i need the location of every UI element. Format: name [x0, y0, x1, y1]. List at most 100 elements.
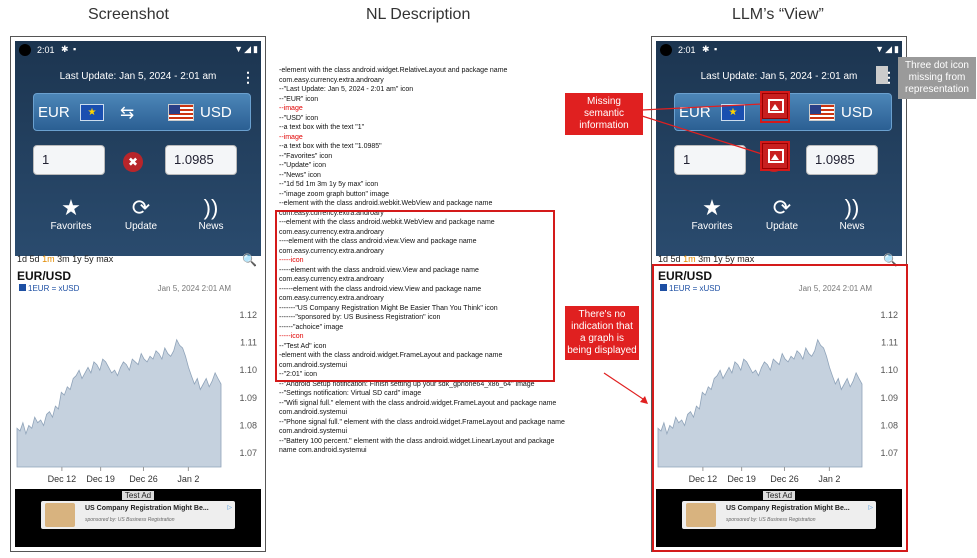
battery-icon: ▮ — [894, 44, 899, 54]
zoom-graph-icon[interactable]: 🔍 — [242, 253, 257, 267]
description-line: --"Update" icon — [279, 162, 326, 169]
figure: { "headings": {"left": "Screenshot", "mi… — [0, 0, 977, 558]
image-placeholder-icon — [762, 93, 788, 119]
to-currency-label[interactable]: USD — [841, 104, 873, 121]
nav-favorites-label: Favorites — [691, 221, 733, 232]
last-update-text: Last Update: Jan 5, 2024 - 2:01 am — [59, 71, 217, 82]
description-line: --a text box with the text "1.0985" — [279, 143, 382, 150]
arrowhead — [640, 396, 648, 404]
nav-update[interactable]: ⟳ Update — [742, 191, 822, 249]
result-field[interactable]: 1.0985 — [165, 145, 237, 175]
gear-icon: ✱ — [702, 44, 710, 54]
description-line: --"Favorites" icon — [279, 152, 333, 160]
sd-card-icon: ▪ — [73, 44, 77, 54]
description-line: --image — [279, 133, 303, 141]
battery-icon: ▮ — [253, 44, 258, 54]
period-option[interactable]: max — [96, 254, 113, 264]
amount-input[interactable]: 1 — [674, 145, 746, 175]
x-tick-label: Jan 2 — [177, 474, 199, 484]
nav-row: ★ Favorites ⟳ Update )) News — [656, 191, 902, 251]
description-line: --"image zoom graph button" image — [279, 190, 390, 198]
phone-signal-icon: ◢ — [885, 44, 892, 54]
ad-banner[interactable]: Test Ad US Company Registration Might Be… — [15, 489, 261, 547]
us-flag-icon — [168, 104, 194, 121]
result-field[interactable]: 1.0985 — [806, 145, 878, 175]
x-tick-label: Dec 19 — [86, 474, 115, 484]
rss-icon: )) — [203, 195, 219, 220]
ad-title: US Company Registration Might Be... — [85, 505, 209, 512]
ad-choices-icon[interactable]: ▷ — [227, 504, 232, 511]
no-graph-callout: There's no indication that a graph is be… — [565, 306, 639, 360]
graph-highlight-box — [652, 264, 908, 552]
period-option[interactable]: max — [737, 254, 754, 264]
description-line: --a text box with the text "1" — [279, 124, 365, 131]
missing-semantic-callout: Missing semantic information — [565, 93, 643, 135]
nav-favorites[interactable]: ★ Favorites — [31, 191, 111, 249]
from-currency-label[interactable]: EUR — [679, 104, 711, 121]
description-line: --"News" icon — [279, 171, 321, 179]
period-option[interactable]: 3m — [57, 254, 70, 264]
sd-card-icon: ▪ — [714, 44, 718, 54]
to-currency-label[interactable]: USD — [200, 104, 232, 121]
callout-arrow — [603, 372, 647, 402]
legend-swatch — [19, 284, 26, 291]
phone-screenshot: 2:01 ✱ ▪ ▼ ◢ ▮ Last Update: Jan 5, 2024 … — [10, 36, 266, 552]
phone-signal-icon: ◢ — [244, 44, 251, 54]
x-tick-label: Dec 12 — [48, 474, 77, 484]
last-update-text: Last Update: Jan 5, 2024 - 2:01 am — [700, 71, 858, 82]
nav-favorites[interactable]: ★ Favorites — [672, 191, 752, 249]
more-options-icon[interactable]: ⋮ — [241, 69, 255, 86]
heading-screenshot: Screenshot — [88, 6, 169, 23]
description-line: --"USD" icon — [279, 114, 319, 122]
status-time: 2:01 — [37, 45, 55, 55]
period-option[interactable]: 1y — [72, 254, 82, 264]
y-tick-label: 1.08 — [239, 421, 257, 431]
ad-label: Test Ad — [121, 491, 155, 500]
from-currency-label[interactable]: EUR — [38, 104, 70, 121]
description-line: --"Battery 100 percent." element with th… — [279, 437, 555, 455]
rss-icon: )) — [844, 195, 860, 220]
eu-flag-icon: ★ — [80, 104, 104, 121]
y-tick-label: 1.09 — [239, 393, 257, 403]
nav-news[interactable]: )) News — [812, 191, 892, 249]
star-icon: ★ — [61, 195, 81, 220]
period-option[interactable]: 3m — [698, 254, 711, 264]
y-tick-label: 1.10 — [239, 365, 257, 375]
heading-llm-view: LLM’s “View” — [732, 6, 824, 23]
pair-title: EUR/USD — [17, 269, 72, 283]
y-tick-label: 1.07 — [239, 448, 257, 458]
star-icon: ★ — [702, 195, 722, 220]
nav-update-label: Update — [124, 221, 158, 232]
swap-arrows-icon[interactable]: ⇆ — [120, 103, 134, 123]
rate-chart[interactable]: 1.07 1.08 1.09 1.10 1.11 1.12 Dec 12 Dec 19 Dec … — [15, 291, 261, 501]
phone-screen: 2:01 ✱ ▪ ▼ ◢ ▮ Last Update: Jan 5, 2024 … — [15, 41, 261, 547]
period-selector[interactable]: 1d 5d 1m 3m 1y 5y max — [15, 254, 261, 268]
eu-flag-icon: ★ — [721, 104, 745, 121]
period-option[interactable]: 5d — [671, 254, 681, 264]
period-option[interactable]: 5y — [84, 254, 94, 264]
period-option[interactable]: 5d — [30, 254, 40, 264]
period-option[interactable]: 1m — [683, 254, 696, 264]
camera-cutout — [19, 44, 31, 56]
image-placeholder-icon — [762, 143, 788, 169]
nav-update[interactable]: ⟳ Update — [101, 191, 181, 249]
currency-pair-bar[interactable]: EUR ★ ⇆ USD — [33, 93, 251, 131]
amount-input[interactable]: 1 — [33, 145, 105, 175]
y-tick-label: 1.11 — [240, 338, 257, 348]
y-tick-label: 1.12 — [239, 310, 257, 320]
period-option[interactable]: 1m — [42, 254, 55, 264]
webview-highlight-box — [275, 210, 555, 382]
period-option[interactable]: 1d — [658, 254, 668, 264]
description-line: --image — [279, 105, 303, 112]
description-line: --"1d 5d 1m 3m 1y 5y max" icon — [279, 181, 379, 188]
period-option[interactable]: 5y — [725, 254, 735, 264]
period-option[interactable]: 1d — [17, 254, 27, 264]
nav-row: ★ Favorites ⟳ Update )) News — [15, 191, 261, 251]
description-line: --"Settings notification: Virtual SD car… — [279, 390, 422, 397]
ad-card[interactable]: US Company Registration Might Be... spon… — [41, 501, 235, 529]
nav-news[interactable]: )) News — [171, 191, 251, 249]
heading-nl-description: NL Description — [366, 6, 471, 23]
period-option[interactable]: 1y — [713, 254, 723, 264]
clear-icon[interactable]: ✖ — [123, 152, 143, 172]
description-line: -element with the class android.widget.R… — [279, 67, 508, 84]
